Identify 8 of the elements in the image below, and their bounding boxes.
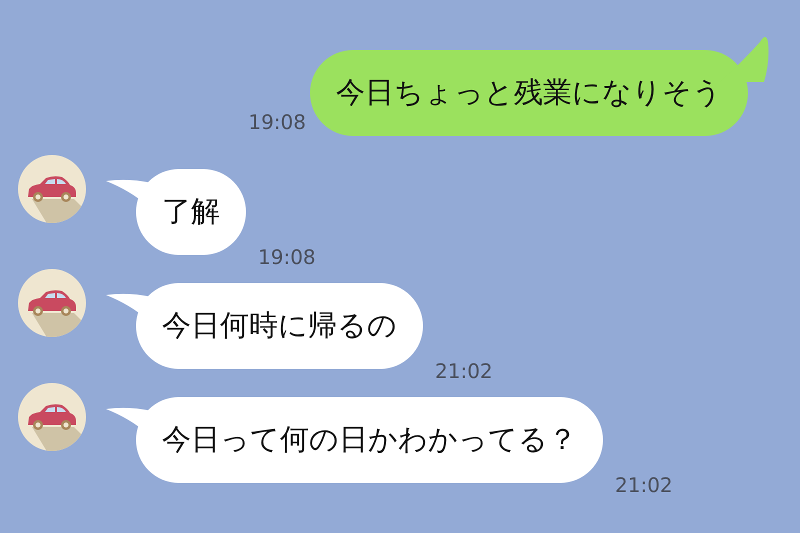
avatar-car-icon [18, 155, 86, 223]
avatar-car-icon [18, 383, 86, 451]
message-bubble: 今日ちょっと残業になりそう [310, 50, 748, 136]
message-time: 21:02 [435, 359, 493, 383]
message-time: 19:08 [248, 110, 306, 134]
message-time: 21:02 [615, 473, 673, 497]
message-time: 19:08 [258, 245, 316, 269]
avatar-car-icon [18, 269, 86, 337]
